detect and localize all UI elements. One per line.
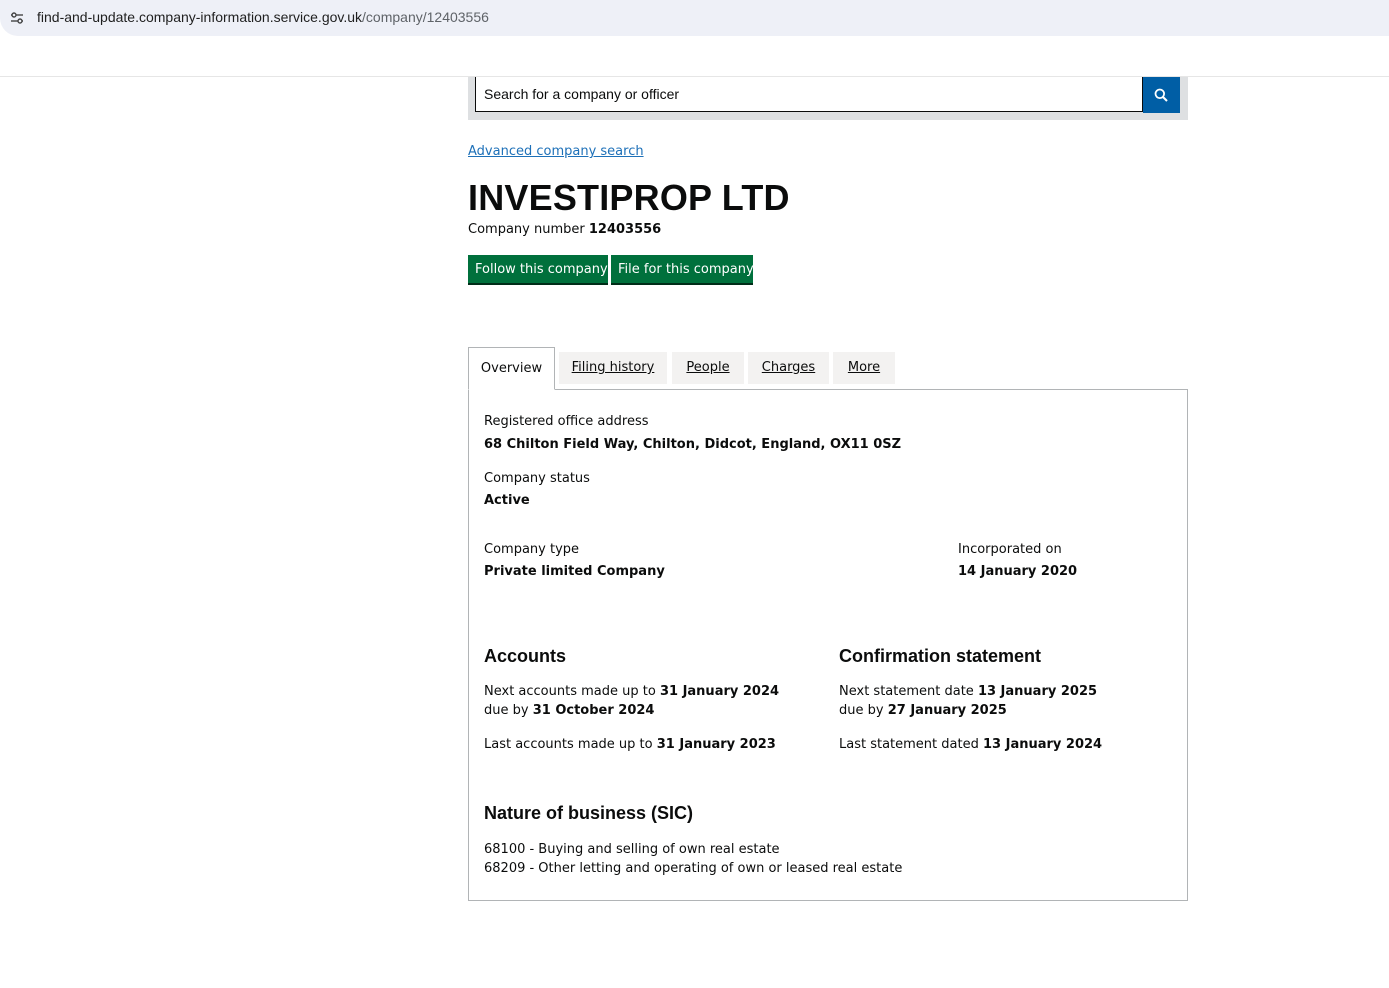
incorporated-value: 14 January 2020 [958, 564, 1078, 579]
company-number-value: 12403556 [588, 222, 662, 237]
accounts-last-date: 31 January 2023 [656, 737, 776, 752]
confirmation-due-prefix: due by [839, 703, 884, 718]
tab-charges[interactable]: Charges [748, 352, 829, 384]
confirmation-due: due by 27 January 2025 [839, 703, 1007, 718]
url-text[interactable]: find-and-update.company-information.serv… [37, 9, 489, 25]
accounts-heading: Accounts [484, 646, 567, 666]
advanced-search-link[interactable]: Advanced company search [468, 144, 644, 159]
tab-people[interactable]: People [672, 352, 744, 384]
confirmation-last: Last statement dated 13 January 2024 [839, 737, 1102, 752]
accounts-next-date: 31 January 2024 [659, 684, 780, 699]
confirmation-next-prefix: Next statement date [839, 684, 974, 699]
company-status-value: Active [484, 493, 530, 508]
file-for-company-button[interactable]: File for this company [611, 255, 754, 283]
company-name: INVESTIPROP LTD [468, 177, 790, 218]
confirmation-next: Next statement date 13 January 2025 [839, 684, 1097, 699]
tab-more[interactable]: More [833, 352, 895, 384]
overview-panel: Registered office address 68 Chilton Fie… [468, 389, 1188, 901]
accounts-next-prefix: Next accounts made up to [484, 684, 656, 699]
incorporated-label: Incorporated on [958, 542, 1062, 557]
search-input[interactable] [475, 77, 1143, 112]
accounts-due: due by 31 October 2024 [484, 703, 654, 718]
follow-company-button[interactable]: Follow this company [468, 255, 608, 283]
url-host: find-and-update.company-information.serv… [37, 9, 363, 25]
company-type-value: Private limited Company [484, 564, 665, 579]
search-icon [1154, 88, 1168, 102]
sic-item: 68100 - Buying and selling of own real e… [484, 842, 780, 857]
url-path: /company/12403556 [362, 9, 489, 25]
registered-office-value: 68 Chilton Field Way, Chilton, Didcot, E… [484, 437, 902, 452]
confirmation-last-prefix: Last statement dated [839, 737, 979, 752]
browser-address-bar[interactable]: find-and-update.company-information.serv… [0, 0, 1389, 36]
search-button[interactable] [1143, 77, 1180, 113]
company-number: Company number 12403556 [468, 222, 661, 237]
registered-office-label: Registered office address [484, 414, 649, 429]
sic-item: 68209 - Other letting and operating of o… [484, 861, 903, 876]
company-type-label: Company type [484, 542, 580, 557]
tab-filing-history[interactable]: Filing history [559, 352, 667, 384]
tune-icon[interactable] [9, 10, 25, 26]
confirmation-last-date: 13 January 2024 [982, 737, 1103, 752]
accounts-next: Next accounts made up to 31 January 2024 [484, 684, 779, 699]
confirmation-next-date: 13 January 2025 [977, 684, 1098, 699]
confirmation-heading: Confirmation statement [839, 646, 1042, 666]
accounts-due-prefix: due by [484, 703, 529, 718]
browser-toolbar-area [0, 36, 1389, 77]
company-number-label: Company number [468, 222, 585, 237]
tab-overview[interactable]: Overview [468, 347, 555, 390]
sic-heading: Nature of business (SIC) [484, 803, 694, 823]
accounts-last: Last accounts made up to 31 January 2023 [484, 737, 776, 752]
company-status-label: Company status [484, 471, 590, 486]
search-bar [468, 77, 1188, 120]
confirmation-due-date: 27 January 2025 [887, 703, 1007, 718]
accounts-last-prefix: Last accounts made up to [484, 737, 653, 752]
accounts-due-date: 31 October 2024 [532, 703, 655, 718]
